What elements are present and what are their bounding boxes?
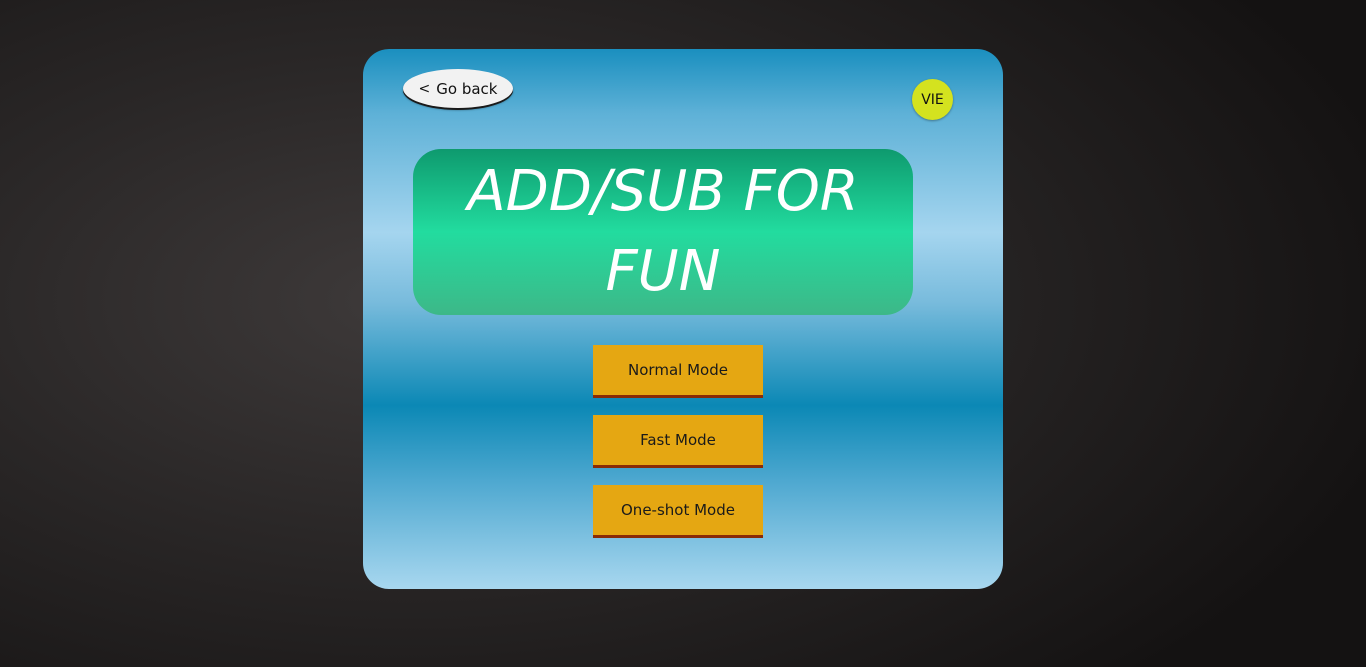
go-back-button[interactable]: < Go back [403,69,513,108]
go-back-label: Go back [436,79,498,98]
one-shot-mode-button[interactable]: One-shot Mode [593,485,763,538]
title-banner: ADD/SUB FOR FUN [413,149,913,315]
fast-mode-button[interactable]: Fast Mode [593,415,763,468]
one-shot-mode-label: One-shot Mode [621,501,735,519]
page-title: ADD/SUB FOR FUN [467,159,859,304]
game-card: < Go back VIE ADD/SUB FOR FUN Normal Mod… [363,49,1003,589]
language-label: VIE [921,91,944,108]
fast-mode-label: Fast Mode [640,431,716,449]
language-toggle-button[interactable]: VIE [912,79,953,120]
normal-mode-button[interactable]: Normal Mode [593,345,763,398]
normal-mode-label: Normal Mode [628,361,728,379]
chevron-left-icon: < [418,80,431,97]
